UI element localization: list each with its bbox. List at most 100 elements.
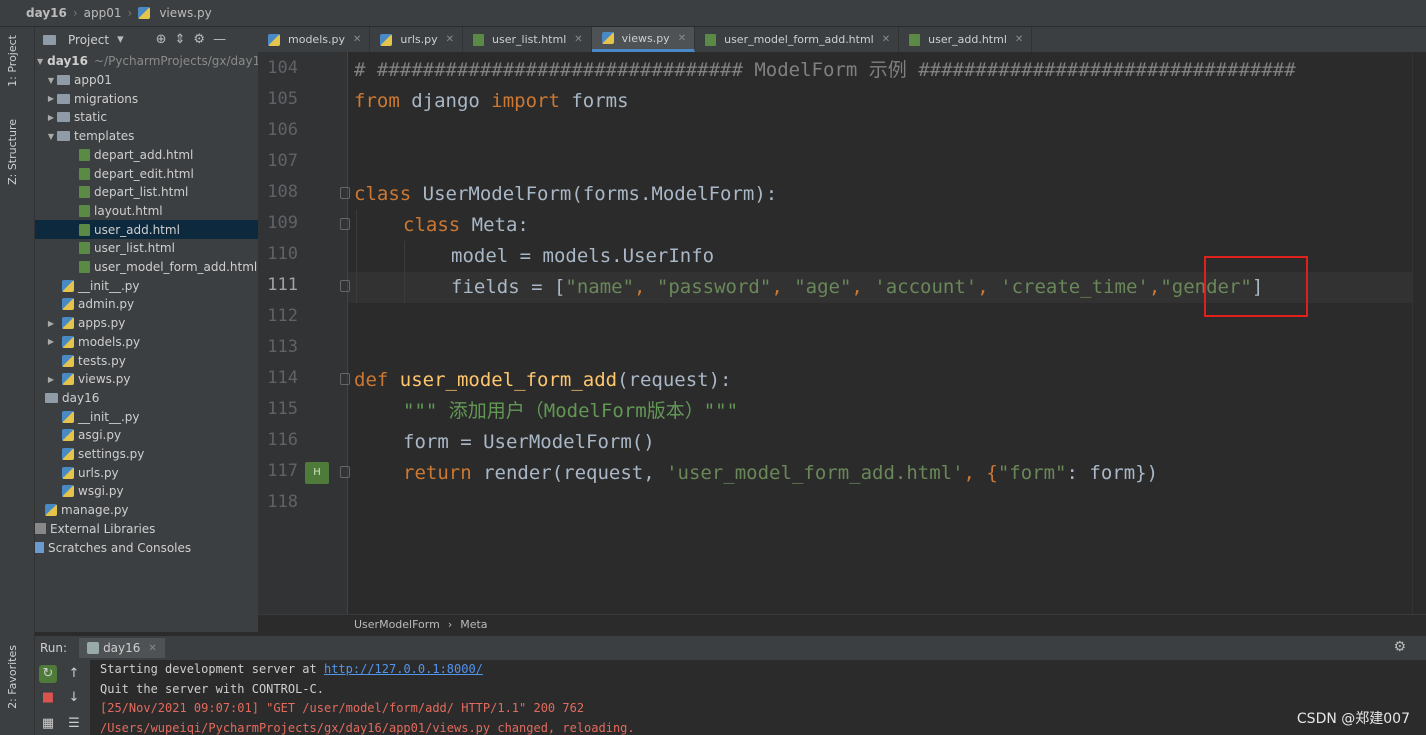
fold-icon[interactable] — [340, 187, 350, 199]
tree-item[interactable]: admin.py — [35, 295, 258, 314]
code-line-104[interactable]: # ################################ Model… — [354, 55, 1296, 86]
close-icon[interactable]: ✕ — [353, 34, 361, 45]
close-icon[interactable]: ✕ — [678, 33, 686, 44]
code-line-114[interactable]: def user_model_form_add(request): — [354, 365, 732, 396]
editor-scrollbar[interactable] — [1412, 52, 1426, 614]
expand-arrow-icon[interactable]: ▶ — [45, 375, 57, 384]
fold-icon[interactable] — [340, 373, 350, 385]
tab-label: user_list.html — [492, 33, 567, 46]
tree-item-label: wsgi.py — [78, 484, 124, 499]
collapse-all-icon[interactable]: ⇕ — [175, 32, 186, 47]
tree-item[interactable]: urls.py — [35, 463, 258, 482]
tree-item[interactable]: asgi.py — [35, 426, 258, 445]
expand-arrow-icon[interactable]: ▶ — [45, 319, 57, 328]
tree-item[interactable]: depart_list.html — [35, 183, 258, 202]
code-line-110[interactable]: model = models.UserInfo — [451, 241, 714, 272]
tree-item[interactable]: __init__.py — [35, 276, 258, 295]
breadcrumb-file[interactable]: views.py — [159, 6, 211, 20]
arrow-up-icon[interactable]: ↑ — [65, 665, 83, 683]
tree-item[interactable]: ▶ views.py — [35, 370, 258, 389]
tree-item[interactable]: External Libraries — [35, 520, 258, 539]
breadcrumb-inner-class[interactable]: Meta — [460, 618, 487, 631]
code-line-117[interactable]: return render(request, 'user_model_form_… — [403, 458, 1158, 489]
tree-item[interactable]: ▶ models.py — [35, 333, 258, 352]
tree-item[interactable]: wsgi.py — [35, 482, 258, 501]
expand-arrow-icon[interactable]: ▼ — [37, 57, 43, 66]
code-line-108[interactable]: class UserModelForm(forms.ModelForm): — [354, 179, 777, 210]
tab-urls-py[interactable]: urls.py ✕ — [370, 27, 464, 52]
tree-item[interactable]: ▶ migrations — [35, 89, 258, 108]
locate-icon[interactable]: ⊕ — [156, 32, 167, 47]
chevron-down-icon[interactable]: ▾ — [117, 32, 124, 47]
tree-item[interactable]: day16 — [35, 389, 258, 408]
expand-arrow-icon[interactable]: ▼ — [45, 76, 57, 85]
run-config-tab[interactable]: day16 ✕ — [79, 638, 165, 658]
tree-item-label: tests.py — [78, 353, 126, 368]
run-console[interactable]: Starting development server at http://12… — [90, 660, 1426, 735]
soft-wrap-icon[interactable]: ☰ — [65, 715, 83, 733]
tab-views-py[interactable]: views.py ✕ — [591, 27, 696, 52]
code-line-105[interactable]: from django import forms — [354, 86, 629, 117]
tree-item[interactable]: ▶ static — [35, 108, 258, 127]
close-icon[interactable]: ✕ — [1015, 34, 1023, 45]
structure-tool-tab[interactable]: Z: Structure — [6, 119, 19, 185]
layout-icon[interactable]: ▦ — [39, 715, 57, 733]
tree-item[interactable]: ▼ templates — [35, 127, 258, 146]
close-icon[interactable]: ✕ — [446, 34, 454, 45]
tree-item[interactable]: ▼ app01 — [35, 71, 258, 90]
gear-icon[interactable]: ⚙ — [1393, 639, 1406, 655]
tree-item[interactable]: Scratches and Consoles — [35, 538, 258, 557]
tab-user-model-form-add-html[interactable]: user_model_form_add.html ✕ — [695, 27, 900, 52]
tree-item-selected[interactable]: user_add.html — [35, 220, 258, 239]
breadcrumb-folder[interactable]: app01 — [84, 6, 122, 20]
expand-arrow-icon[interactable]: ▶ — [45, 113, 57, 122]
code-token: : form}) — [1066, 462, 1159, 484]
code-line-111[interactable]: fields = ["name", "password", "age", 'ac… — [451, 272, 1263, 303]
run-panel-header: Run: day16 ✕ ⚙ — [35, 636, 1426, 660]
tree-item[interactable]: user_list.html — [35, 239, 258, 258]
tree-item[interactable]: user_model_form_add.html — [35, 258, 258, 277]
code-line-115[interactable]: """ 添加用户（ModelForm版本）""" — [403, 396, 738, 427]
code-line-109[interactable]: class Meta: — [403, 210, 529, 241]
expand-arrow-icon[interactable]: ▶ — [45, 94, 57, 103]
gear-icon[interactable]: ⚙ — [193, 32, 205, 47]
tree-item[interactable]: depart_add.html — [35, 146, 258, 165]
code-token: Meta: — [460, 214, 529, 236]
tree-item[interactable]: layout.html — [35, 202, 258, 221]
tree-item[interactable]: tests.py — [35, 351, 258, 370]
tree-item[interactable]: manage.py — [35, 501, 258, 520]
project-tool-tab[interactable]: 1: Project — [6, 35, 19, 87]
favorites-tool-tab[interactable]: 2: Favorites — [6, 645, 19, 709]
project-view-selector[interactable]: Project — [68, 33, 109, 47]
code-editor[interactable]: 104 105 106 107 108 109 110 111 112 113 … — [258, 52, 1426, 614]
tree-item[interactable]: settings.py — [35, 445, 258, 464]
tree-item-root[interactable]: ▼ day16 ~/PycharmProjects/gx/day16 — [35, 52, 258, 71]
tab-models-py[interactable]: models.py ✕ — [258, 27, 371, 52]
breadcrumb-class[interactable]: UserModelForm — [354, 618, 440, 631]
python-file-icon — [45, 504, 57, 517]
close-icon[interactable]: ✕ — [882, 34, 890, 45]
breadcrumb-root[interactable]: day16 — [26, 6, 67, 20]
string-literal: 'user_model_form_add.html' — [666, 462, 964, 484]
fold-icon[interactable] — [340, 280, 350, 292]
arrow-down-icon[interactable]: ↓ — [65, 689, 83, 707]
keyword: class — [403, 214, 461, 236]
run-gutter-icon[interactable]: H — [305, 462, 329, 484]
tree-item-label: apps.py — [78, 316, 126, 331]
fold-icon[interactable] — [340, 218, 350, 230]
expand-arrow-icon[interactable]: ▶ — [45, 337, 57, 346]
rerun-icon[interactable]: ↻ — [39, 665, 57, 683]
tree-item[interactable]: __init__.py — [35, 407, 258, 426]
fold-icon[interactable] — [340, 466, 350, 478]
expand-arrow-icon[interactable]: ▼ — [45, 132, 57, 141]
code-line-116[interactable]: form = UserModelForm() — [403, 427, 655, 458]
server-url-link[interactable]: http://127.0.0.1:8000/ — [324, 662, 483, 676]
tree-item[interactable]: depart_edit.html — [35, 164, 258, 183]
hide-panel-icon[interactable]: — — [213, 32, 226, 47]
tab-user-add-html[interactable]: user_add.html ✕ — [899, 27, 1033, 52]
close-icon[interactable]: ✕ — [574, 34, 582, 45]
tab-user-list-html[interactable]: user_list.html ✕ — [463, 27, 592, 52]
tree-item[interactable]: ▶ apps.py — [35, 314, 258, 333]
stop-icon[interactable]: ■ — [39, 689, 57, 707]
close-icon[interactable]: ✕ — [148, 643, 156, 654]
